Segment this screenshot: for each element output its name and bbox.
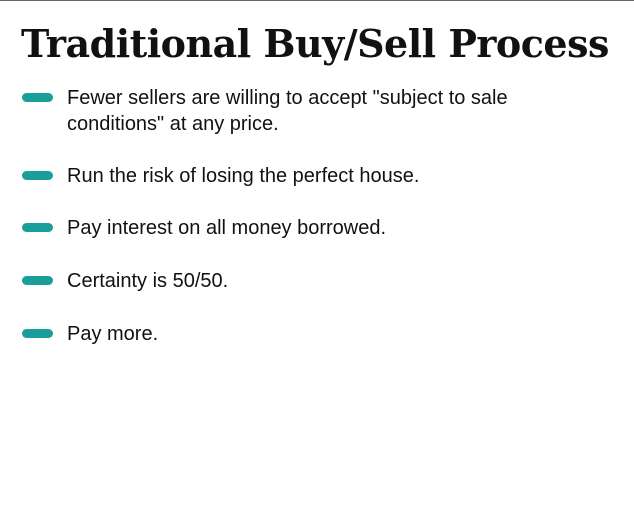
- bullet-dash-icon: [22, 329, 53, 338]
- bullet-text: Certainty is 50/50.: [67, 270, 229, 292]
- bullet-dash-icon: [22, 93, 53, 102]
- bullet-text: Pay more.: [67, 323, 159, 345]
- bullet-text: Pay interest on all money borrowed.: [67, 217, 387, 239]
- bullet-dash-icon: [22, 276, 53, 285]
- bullet-list: Fewer sellers are willing to accept "sub…: [0, 0, 634, 519]
- bullet-text: Fewer sellers are willing to accept "sub…: [67, 87, 508, 135]
- bullet-text: Run the risk of losing the perfect house…: [67, 165, 420, 187]
- bullet-dash-icon: [22, 171, 53, 180]
- bullet-dash-icon: [22, 223, 53, 232]
